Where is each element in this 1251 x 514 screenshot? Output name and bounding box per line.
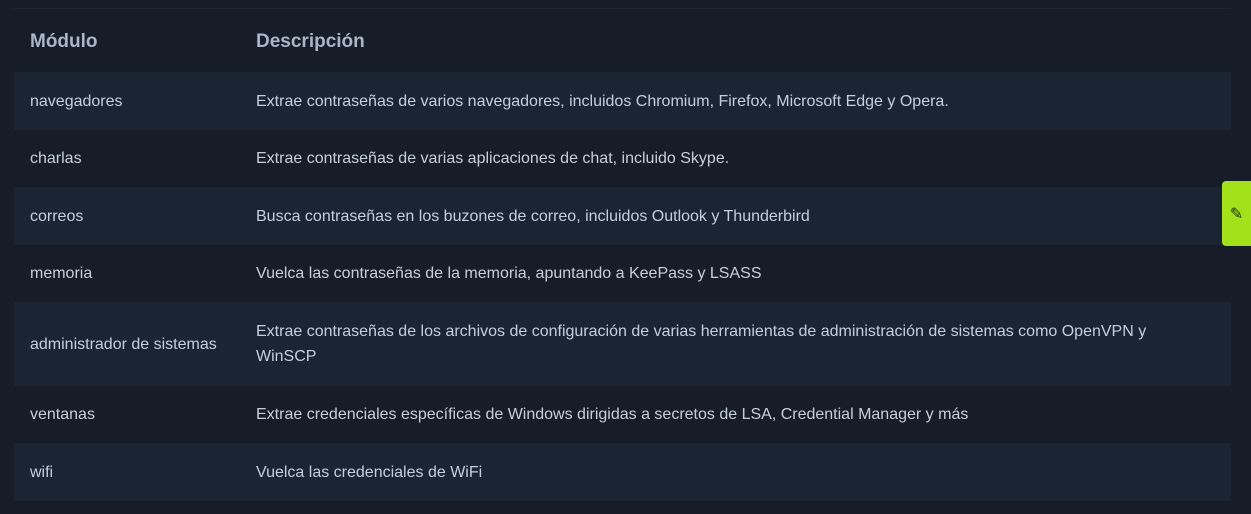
top-divider — [14, 8, 1231, 9]
module-cell: ventanas — [30, 406, 95, 423]
module-cell: charlas — [30, 150, 82, 167]
table-row: correos Busca contraseñas en los buzones… — [14, 187, 1231, 245]
pencil-icon: ✎ — [1229, 204, 1244, 223]
module-cell: navegadores — [30, 92, 123, 110]
table-row: memoria Vuelca las contraseñas de la mem… — [14, 245, 1231, 302]
module-cell: memoria — [30, 265, 93, 282]
table-row: ventanas Extrae credenciales específicas… — [14, 386, 1231, 443]
table-header: Módulo Descripción — [14, 12, 1231, 72]
modules-table: Módulo Descripción navegadores Extrae co… — [14, 12, 1231, 501]
table-row: wifi Vuelca las credenciales de WiFi — [14, 443, 1231, 501]
header-description: Descripción — [256, 31, 365, 52]
description-cell: Vuelca las credenciales de WiFi — [256, 463, 483, 481]
description-cell: Busca contraseñas en los buzones de corr… — [256, 207, 810, 225]
module-cell: correos — [30, 207, 84, 225]
module-cell: administrador de sistemas — [30, 335, 217, 353]
table-row: administrador de sistemas Extrae contras… — [14, 302, 1231, 386]
table-row: navegadores Extrae contraseñas de varios… — [14, 72, 1231, 130]
table-row: charlas Extrae contraseñas de varias apl… — [14, 130, 1231, 187]
description-cell: Extrae contraseñas de los archivos de co… — [256, 323, 1147, 365]
description-cell: Vuelca las contraseñas de la memoria, ap… — [256, 265, 762, 282]
description-cell: Extrae contraseñas de varias aplicacione… — [256, 150, 730, 167]
description-cell: Extrae credenciales específicas de Windo… — [256, 406, 969, 423]
edit-button[interactable]: ✎ — [1222, 181, 1251, 246]
header-module: Módulo — [30, 31, 98, 52]
description-cell: Extrae contraseñas de varios navegadores… — [256, 92, 949, 110]
module-cell: wifi — [30, 463, 54, 481]
